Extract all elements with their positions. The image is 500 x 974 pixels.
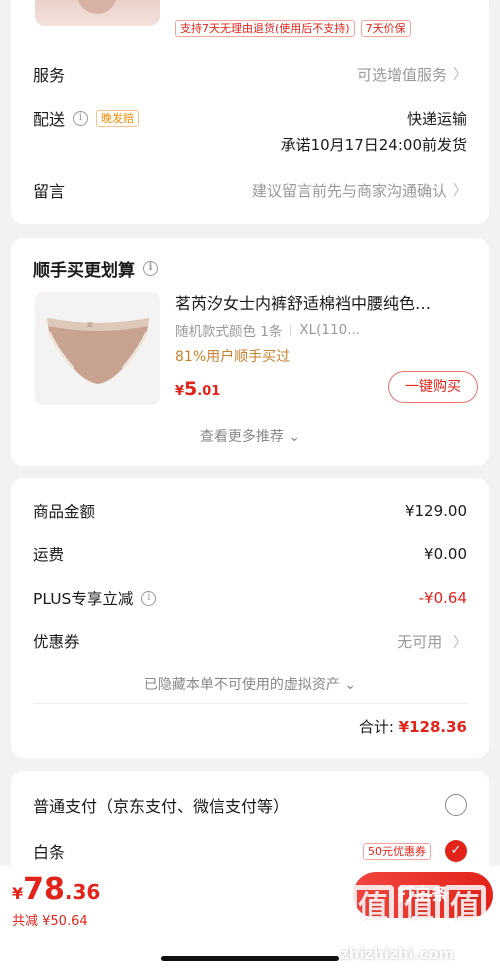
watermark-logo: 值 值 值	[352, 885, 486, 931]
service-row[interactable]: 服务 可选增值服务 〉	[33, 62, 467, 86]
message-label: 留言	[33, 182, 66, 201]
total-saved: 共减 ¥50.64	[12, 914, 88, 929]
normal-payment-label: 普通支付（京东支付、微信支付等）	[33, 797, 290, 816]
chevron-right-icon: 〉	[453, 67, 467, 83]
normal-payment-radio[interactable]	[445, 794, 467, 816]
underwear-image-icon: ꕤ	[47, 318, 149, 384]
baitiao-coupon-tag: 50元优惠券	[363, 842, 431, 860]
final-price-currency: ¥	[12, 884, 24, 903]
coupon-label: 优惠券	[33, 633, 80, 651]
spec-size: XL(110...	[299, 322, 361, 338]
baitiao-label: 白条	[33, 843, 66, 862]
addon-title-row: 顺手买更划算 i	[33, 256, 158, 281]
delivery-method: 快递运输	[406, 109, 467, 128]
addon-purchase-stat: 81%用户顺手买过	[175, 349, 291, 365]
final-price-dec: .36	[64, 880, 101, 904]
chevron-down-icon: ⌄	[344, 677, 357, 693]
hidden-assets-label: 已隐藏本单不可使用的虚拟资产	[143, 677, 340, 693]
product-thumbnail[interactable]	[35, 0, 160, 26]
addon-price-currency: ¥	[175, 384, 185, 399]
addon-price-int: 5	[184, 378, 198, 400]
goods-amount-label: 商品金额	[33, 503, 96, 521]
divider	[33, 703, 467, 704]
addon-price: ¥5.01	[175, 378, 220, 400]
return-policy-badge: 支持7天无理由退货(使用后不支持)	[175, 20, 355, 37]
more-recommendations-label: 查看更多推荐	[199, 429, 284, 445]
addon-product-spec: 随机款式颜色 1条 XL(110...	[175, 320, 360, 340]
chevron-right-icon: 〉	[453, 183, 467, 199]
service-badges: 支持7天无理由退货(使用后不支持) 7天价保	[175, 20, 411, 37]
shipping-label: 运费	[33, 546, 65, 564]
chevron-down-icon: ⌄	[288, 429, 301, 445]
goods-amount-value: ¥129.00	[404, 502, 467, 520]
info-icon[interactable]: i	[143, 261, 158, 276]
chevron-right-icon: 〉	[453, 634, 467, 651]
total-row: 合计: ¥128.36	[359, 716, 467, 737]
watermark-char: 值	[444, 885, 486, 931]
svg-text:ꕤ: ꕤ	[87, 321, 93, 329]
late-compensation-tag: 晚发赔	[96, 109, 140, 127]
baitiao-payment-option[interactable]: 白条 50元优惠券 ✓	[33, 839, 467, 863]
plus-discount-label: PLUS专享立减	[33, 590, 134, 608]
addon-card: 顺手买更划算 i ꕤ 茗芮汐女士内裤舒适棉裆中腰纯色… 随机款式颜色 1条 XL…	[11, 238, 489, 466]
delivery-promise-row: 承诺10月17日24:00前发货	[33, 132, 467, 156]
plus-discount-value: -¥0.64	[418, 589, 467, 607]
price-summary-card: 商品金额 ¥129.00 运费 ¥0.00 PLUS专享立减 i -¥0.64 …	[11, 478, 489, 758]
addon-product-image[interactable]: ꕤ	[35, 292, 160, 405]
info-icon[interactable]: i	[73, 110, 89, 126]
delivery-label: 配送	[33, 110, 66, 129]
hidden-assets-toggle[interactable]: 已隐藏本单不可使用的虚拟资产 ⌄	[11, 674, 489, 694]
delivery-row[interactable]: 配送 i 晚发赔 快递运输	[33, 106, 467, 130]
price-protect-badge: 7天价保	[360, 20, 411, 37]
goods-amount-row: 商品金额 ¥129.00	[33, 500, 467, 522]
home-indicator	[161, 956, 339, 961]
service-value: 可选增值服务	[356, 65, 447, 84]
order-info-card: 支持7天无理由退货(使用后不支持) 7天价保 服务 可选增值服务 〉 配送 i …	[11, 0, 489, 224]
addon-price-dec: .01	[197, 384, 221, 399]
service-label: 服务	[33, 66, 66, 85]
watermark-text: zhizhizhi.com	[340, 945, 455, 963]
watermark-char: 值	[352, 885, 394, 931]
shipping-row: 运费 ¥0.00	[33, 543, 467, 565]
one-click-buy-button[interactable]: 一键购买	[388, 371, 478, 403]
delivery-promise: 承诺10月17日24:00前发货	[280, 135, 467, 154]
total-value: ¥128.36	[398, 718, 467, 736]
normal-payment-option[interactable]: 普通支付（京东支付、微信支付等）	[33, 793, 467, 817]
spec-divider	[290, 324, 292, 336]
coupon-value: 无可用	[397, 632, 443, 651]
message-row[interactable]: 留言 建议留言前先与商家沟通确认 〉	[33, 178, 467, 202]
checkmark-icon[interactable]: ✓	[445, 840, 467, 862]
final-price: ¥78.36	[12, 872, 100, 907]
info-icon[interactable]: i	[141, 590, 157, 606]
coupon-row[interactable]: 优惠券 无可用 〉	[33, 630, 467, 652]
spec-color: 随机款式颜色 1条	[175, 324, 283, 340]
message-hint: 建议留言前先与商家沟通确认	[251, 181, 447, 200]
watermark-char: 值	[398, 885, 440, 931]
more-recommendations-link[interactable]: 查看更多推荐 ⌄	[11, 426, 489, 446]
plus-discount-row: PLUS专享立减 i -¥0.64	[33, 587, 467, 609]
shipping-value: ¥0.00	[424, 545, 467, 563]
total-label: 合计:	[358, 718, 394, 736]
addon-product-name[interactable]: 茗芮汐女士内裤舒适棉裆中腰纯色…	[175, 290, 475, 314]
addon-title: 顺手买更划算	[33, 261, 135, 281]
final-price-int: 78	[23, 872, 65, 907]
